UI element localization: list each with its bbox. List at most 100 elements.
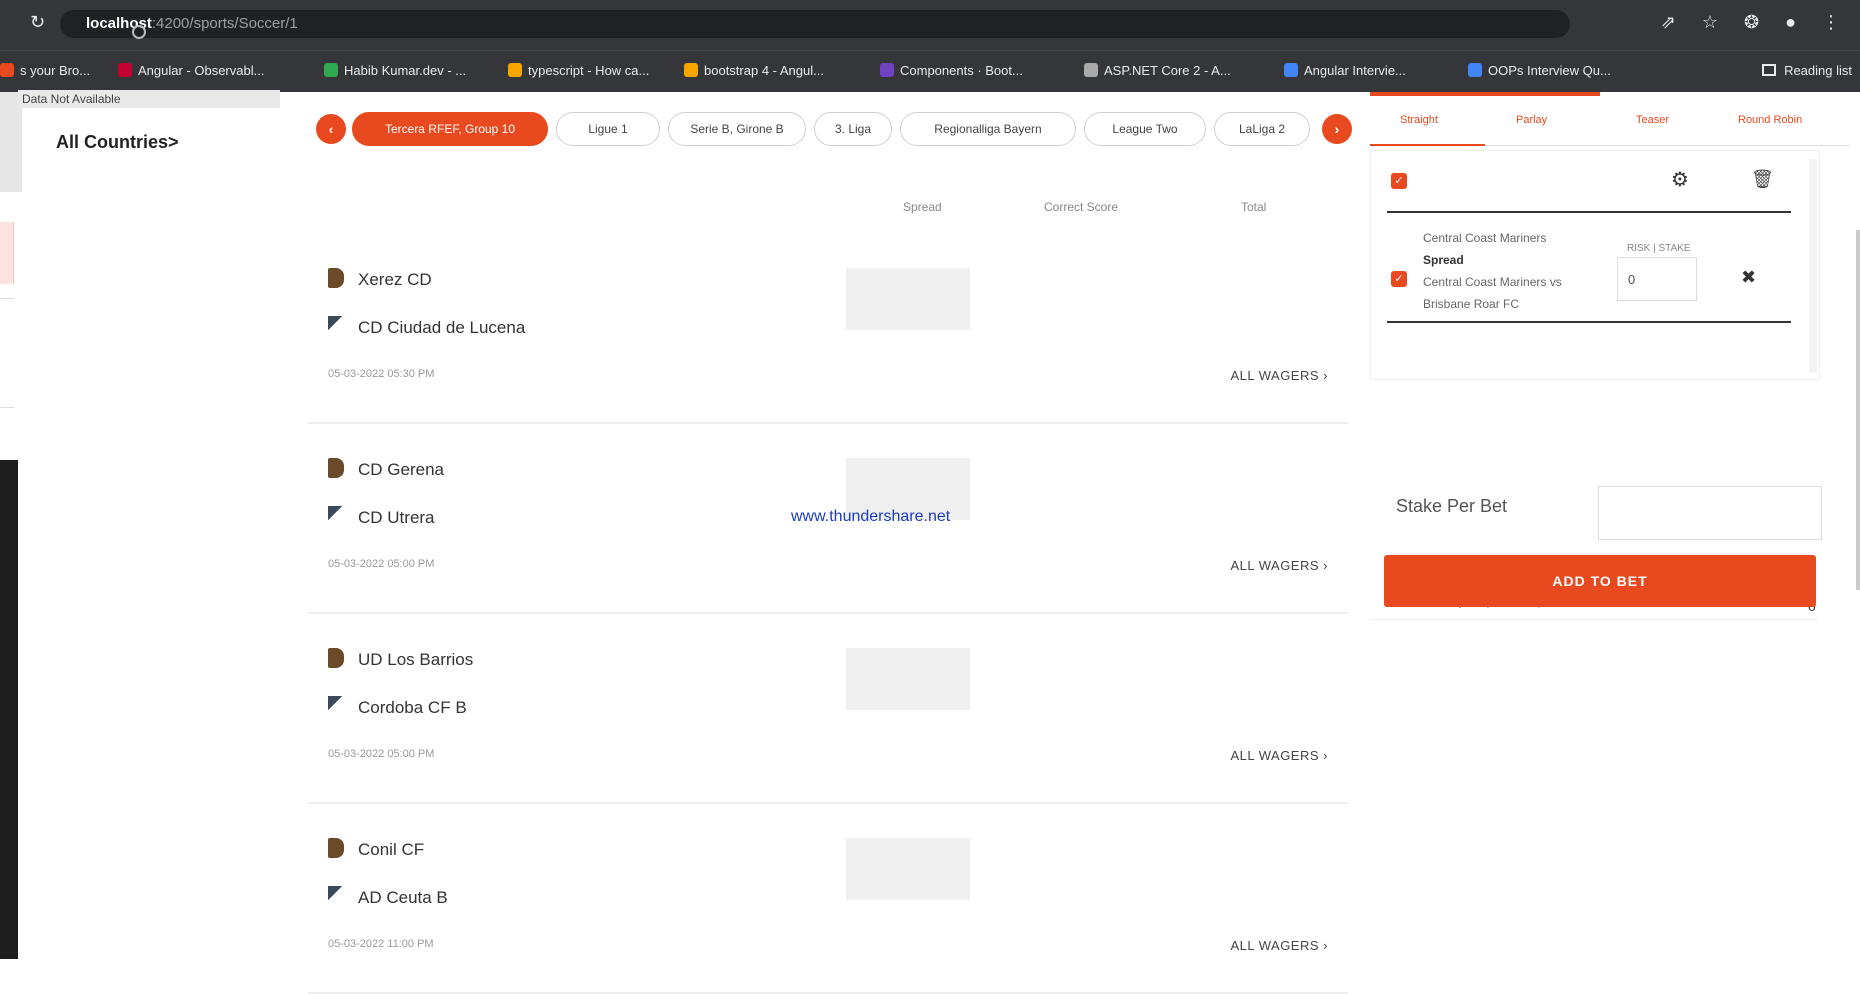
profile-avatar-icon[interactable]: ● bbox=[1785, 12, 1796, 33]
team-logo-icon bbox=[328, 316, 344, 336]
site-info-icon[interactable] bbox=[132, 25, 146, 39]
away-team[interactable]: CD Utrera bbox=[328, 506, 435, 528]
reload-icon[interactable]: ↻ bbox=[30, 12, 45, 33]
all-wagers-label: ALL WAGERS bbox=[1230, 558, 1320, 573]
chevron-right-icon: › bbox=[1323, 938, 1328, 953]
spread-odds-cell[interactable] bbox=[846, 838, 970, 900]
event-date: 05-03-2022 05:30 PM bbox=[328, 368, 435, 380]
bookmark-item[interactable]: ASP.NET Core 2 - A... bbox=[1084, 63, 1231, 78]
bookmark-item[interactable]: bootstrap 4 - Angul... bbox=[684, 63, 824, 78]
chevron-right-icon: › bbox=[1323, 558, 1328, 573]
bookmark-favicon-icon bbox=[684, 63, 698, 77]
bookmark-item[interactable]: s your Bro... bbox=[0, 63, 90, 78]
league-pill[interactable]: LaLiga 2 bbox=[1214, 112, 1310, 146]
home-team[interactable]: Xerez CD bbox=[328, 268, 432, 290]
remove-bet-icon[interactable]: ✖ bbox=[1741, 267, 1756, 288]
slip-divider-bottom bbox=[1387, 321, 1791, 323]
bookmark-favicon-icon bbox=[508, 63, 522, 77]
all-wagers-link[interactable]: ALL WAGERS › bbox=[1230, 368, 1328, 383]
page-scrollbar[interactable] bbox=[1856, 230, 1860, 590]
column-correct-score: Correct Score bbox=[1044, 200, 1119, 214]
bookmark-label: bootstrap 4 - Angul... bbox=[704, 63, 824, 78]
all-wagers-link[interactable]: ALL WAGERS › bbox=[1230, 938, 1328, 953]
bookmark-label: ASP.NET Core 2 - A... bbox=[1104, 63, 1231, 78]
bet-opponent: Brisbane Roar FC bbox=[1423, 297, 1520, 311]
chevron-left-icon[interactable]: ‹ bbox=[316, 114, 346, 144]
events-list: Spread Correct Score Total Xerez CD CD Ci… bbox=[308, 158, 1348, 994]
tab-teaser[interactable]: Teaser bbox=[1636, 114, 1669, 126]
reading-list-icon bbox=[1762, 64, 1777, 76]
league-pill[interactable]: Regionalliga Bayern bbox=[900, 112, 1076, 146]
league-pill[interactable]: Ligue 1 bbox=[556, 112, 660, 146]
reading-list-label: Reading list bbox=[1784, 63, 1852, 78]
gear-icon[interactable]: ⚙ bbox=[1671, 167, 1689, 192]
team-logo-icon bbox=[328, 268, 344, 288]
home-team[interactable]: Conil CF bbox=[328, 838, 424, 860]
all-wagers-link[interactable]: ALL WAGERS › bbox=[1230, 558, 1328, 573]
bookmark-label: Habib Kumar.dev - ... bbox=[344, 63, 467, 78]
all-countries-link[interactable]: All Countries> bbox=[56, 132, 179, 153]
menu-kebab-icon[interactable]: ⋮ bbox=[1822, 12, 1840, 33]
chevron-right-icon[interactable]: › bbox=[1322, 114, 1352, 144]
all-wagers-label: ALL WAGERS bbox=[1230, 748, 1320, 763]
tab-parlay[interactable]: Parlay bbox=[1516, 114, 1547, 126]
trash-icon[interactable]: 🗑 bbox=[1751, 169, 1774, 190]
bookmark-item[interactable]: OOPs Interview Qu... bbox=[1468, 63, 1611, 78]
away-team[interactable]: Cordoba CF B bbox=[328, 696, 467, 718]
add-to-bet-button[interactable]: ADD TO BET bbox=[1384, 555, 1816, 607]
address-bar[interactable]: localhost:4200/sports/Soccer/1 bbox=[60, 10, 1570, 39]
bookmark-item[interactable]: Angular Intervie... bbox=[1284, 63, 1406, 78]
bet-type: Spread bbox=[1423, 253, 1464, 267]
away-team[interactable]: AD Ceuta B bbox=[328, 886, 448, 908]
browser-actions: ⇗ ☆ ❂ ● ⋮ bbox=[1661, 12, 1840, 33]
select-all-checkbox[interactable]: ✓ bbox=[1391, 173, 1407, 189]
away-team-name: CD Utrera bbox=[358, 508, 435, 527]
slip-accent-line bbox=[1370, 92, 1600, 96]
team-logo-icon bbox=[328, 458, 344, 478]
bookmark-item[interactable]: Angular - Observabl... bbox=[118, 63, 264, 78]
bookmark-favicon-icon bbox=[1468, 63, 1482, 77]
bookmark-favicon-icon bbox=[1284, 63, 1298, 77]
bookmark-item[interactable]: Habib Kumar.dev - ... bbox=[324, 63, 466, 78]
bookmark-label: Components · Boot... bbox=[900, 63, 1023, 78]
home-team[interactable]: CD Gerena bbox=[328, 458, 444, 480]
bookmark-item[interactable]: Components · Boot... bbox=[880, 63, 1023, 78]
browser-toolbar: ↻ localhost:4200/sports/Soccer/1 ⇗ ☆ ❂ ●… bbox=[0, 0, 1860, 50]
left-tab-label: Data Not Available bbox=[18, 90, 280, 108]
left-selected-item[interactable] bbox=[0, 222, 14, 284]
left-menu-item[interactable] bbox=[0, 298, 14, 408]
all-wagers-label: ALL WAGERS bbox=[1230, 368, 1320, 383]
event-date: 05-03-2022 05:00 PM bbox=[328, 748, 435, 760]
tab-straight[interactable]: Straight bbox=[1400, 114, 1438, 126]
home-team[interactable]: UD Los Barrios bbox=[328, 648, 473, 670]
all-wagers-link[interactable]: ALL WAGERS › bbox=[1230, 748, 1328, 763]
risk-stake-input[interactable]: 0 bbox=[1617, 257, 1697, 301]
away-team[interactable]: CD Ciudad de Lucena bbox=[328, 316, 525, 338]
league-pill[interactable]: 3. Liga bbox=[814, 112, 892, 146]
share-icon[interactable]: ⇗ bbox=[1661, 12, 1676, 33]
tab-round-robin[interactable]: Round Robin bbox=[1738, 114, 1802, 126]
column-spread: Spread bbox=[903, 200, 942, 214]
slip-scrollbar[interactable] bbox=[1809, 159, 1817, 373]
reading-list-button[interactable]: Reading list bbox=[1762, 63, 1852, 78]
watermark: www.thundershare.net bbox=[791, 508, 951, 525]
spread-odds-cell[interactable] bbox=[846, 648, 970, 710]
bet-checkbox[interactable]: ✓ bbox=[1391, 271, 1407, 287]
bookmarks-bar: s your Bro... Angular - Observabl... Habib… bbox=[0, 50, 1860, 92]
bookmark-favicon-icon bbox=[1084, 63, 1098, 77]
extensions-icon[interactable]: ❂ bbox=[1744, 12, 1759, 33]
spread-odds-cell[interactable] bbox=[846, 268, 970, 330]
league-pill[interactable]: Tercera RFEF, Group 10 bbox=[352, 112, 548, 146]
league-pill[interactable]: Serie B, Girone B bbox=[668, 112, 806, 146]
chevron-right-icon: › bbox=[1323, 368, 1328, 383]
risk-stake-label: RISK | STAKE bbox=[1627, 243, 1691, 254]
bookmark-favicon-icon bbox=[118, 63, 132, 77]
team-logo-icon bbox=[328, 506, 344, 526]
away-team-name: AD Ceuta B bbox=[358, 888, 448, 907]
chevron-right-icon: › bbox=[1323, 748, 1328, 763]
bet-match: Central Coast Mariners vs bbox=[1423, 275, 1562, 289]
league-pill[interactable]: League Two bbox=[1084, 112, 1206, 146]
star-icon[interactable]: ☆ bbox=[1702, 12, 1718, 33]
left-dark-panel bbox=[0, 460, 18, 959]
bookmark-item[interactable]: typescript - How ca... bbox=[508, 63, 649, 78]
